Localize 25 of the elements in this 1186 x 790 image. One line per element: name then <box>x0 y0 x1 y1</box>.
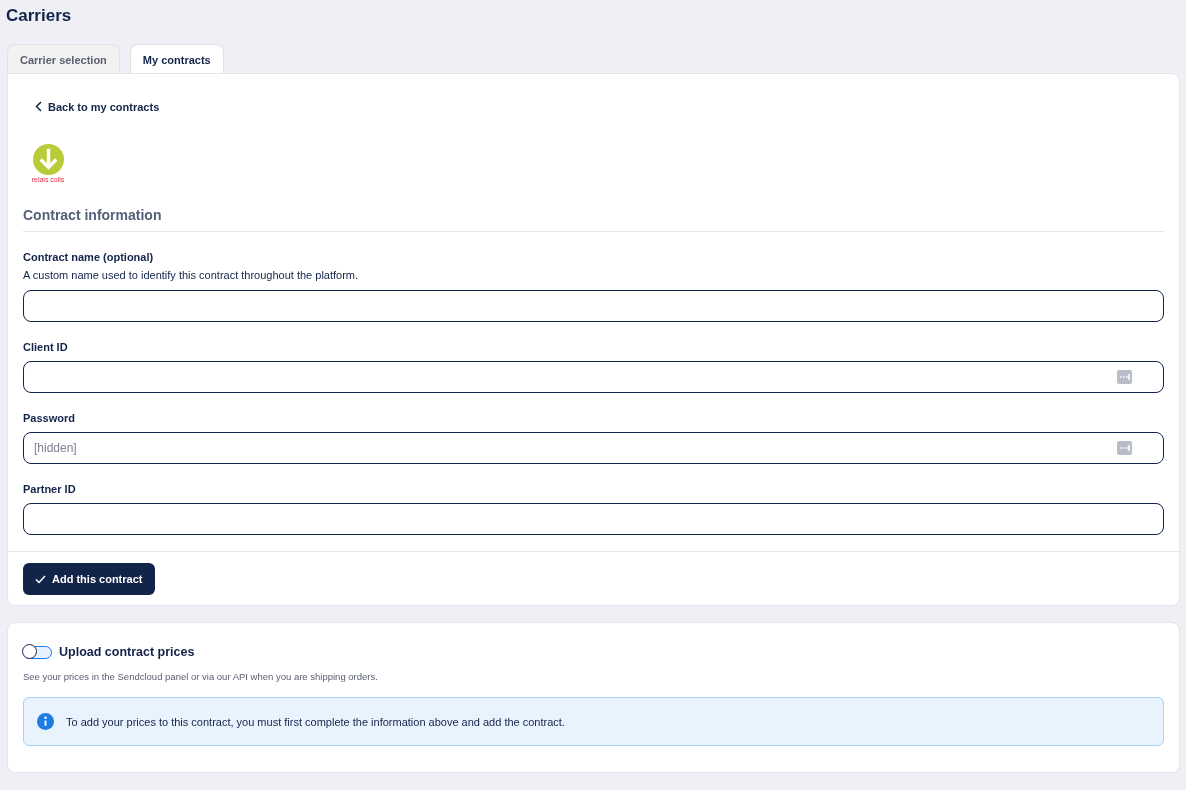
field-label: Contract name (optional) <box>23 251 155 263</box>
info-icon <box>37 713 54 730</box>
password-dots-icon[interactable] <box>1117 441 1132 455</box>
field-label: Client ID <box>23 341 69 353</box>
notice-text: To add your prices to this contract, you must first complete the information above and add the contract. <box>66 715 565 728</box>
tab[interactable]: My contracts <box>129 44 224 73</box>
arrow-down-circle-icon <box>32 144 64 175</box>
add-contract-button[interactable]: Add this contract <box>23 563 156 595</box>
page-title: Carriers <box>6 6 73 26</box>
description-text: See your prices in the Sendcloud panel or via our API when you are shipping orders. <box>23 671 379 682</box>
help-text: A custom name used to identify this contract throughout the platform. <box>23 269 360 281</box>
input-field[interactable] <box>23 290 1164 322</box>
field-label: Partner ID <box>23 483 77 495</box>
chevron-left-icon <box>35 101 42 112</box>
toggle-label: Upload contract prices <box>59 645 195 659</box>
input-field[interactable] <box>23 503 1164 535</box>
field-label: Password <box>23 412 76 424</box>
section-title: Contract information <box>23 207 1164 232</box>
checkmark-icon <box>35 574 46 584</box>
toggle-switch[interactable] <box>23 645 52 659</box>
password-dots-icon[interactable] <box>1117 370 1132 384</box>
back-link[interactable]: Back to my contracts <box>35 100 160 113</box>
input-field[interactable]: [hidden] <box>23 432 1164 464</box>
tab[interactable]: Carrier selection <box>7 44 120 73</box>
input-field[interactable] <box>23 361 1164 393</box>
